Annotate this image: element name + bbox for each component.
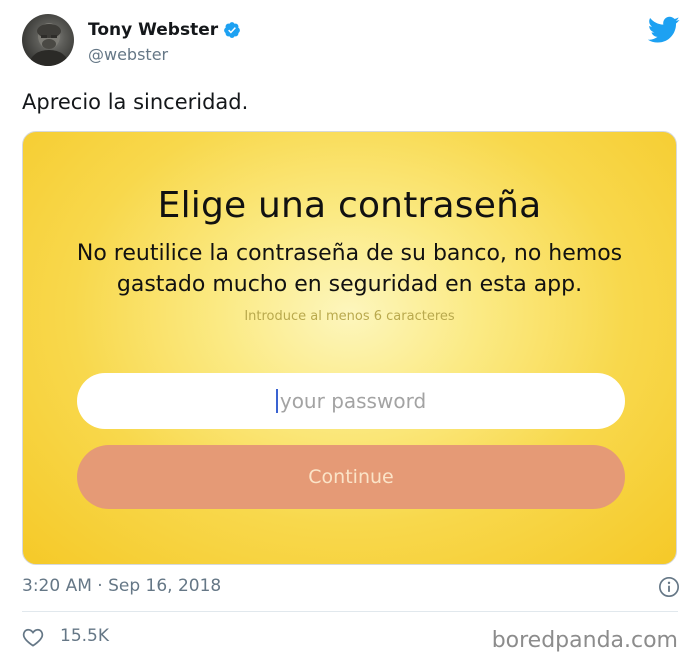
info-icon[interactable] (658, 576, 680, 598)
tweet-image-card[interactable]: Elige una contraseña No reutilice la con… (22, 131, 677, 565)
author-display-name[interactable]: Tony Webster (88, 20, 218, 40)
password-hint: Introduce al menos 6 caracteres (244, 309, 455, 324)
author-name-row[interactable]: Tony Webster (88, 20, 241, 40)
continue-button[interactable]: Continue (77, 445, 625, 509)
watermark: boredpanda.com (491, 628, 678, 653)
avatar[interactable] (22, 14, 74, 66)
author-handle[interactable]: @webster (88, 45, 168, 64)
card-title: Elige una contraseña (157, 185, 542, 226)
avatar-photo (28, 23, 70, 66)
twitter-bird-icon[interactable] (648, 16, 680, 44)
password-placeholder: your password (279, 389, 427, 413)
card-subtitle: No reutilice la contraseña de su banco, … (76, 241, 623, 297)
text-caret (275, 389, 278, 413)
password-input[interactable]: your password (77, 373, 625, 429)
tweet-timestamp[interactable]: 3:20 AM · Sep 16, 2018 (22, 576, 221, 596)
verified-badge-icon (224, 22, 240, 38)
divider (22, 611, 678, 612)
heart-icon[interactable] (22, 627, 44, 647)
like-count[interactable]: 15.5K (60, 626, 109, 646)
tweet-text: Aprecio la sinceridad. (22, 90, 249, 114)
continue-button-label: Continue (308, 466, 394, 488)
